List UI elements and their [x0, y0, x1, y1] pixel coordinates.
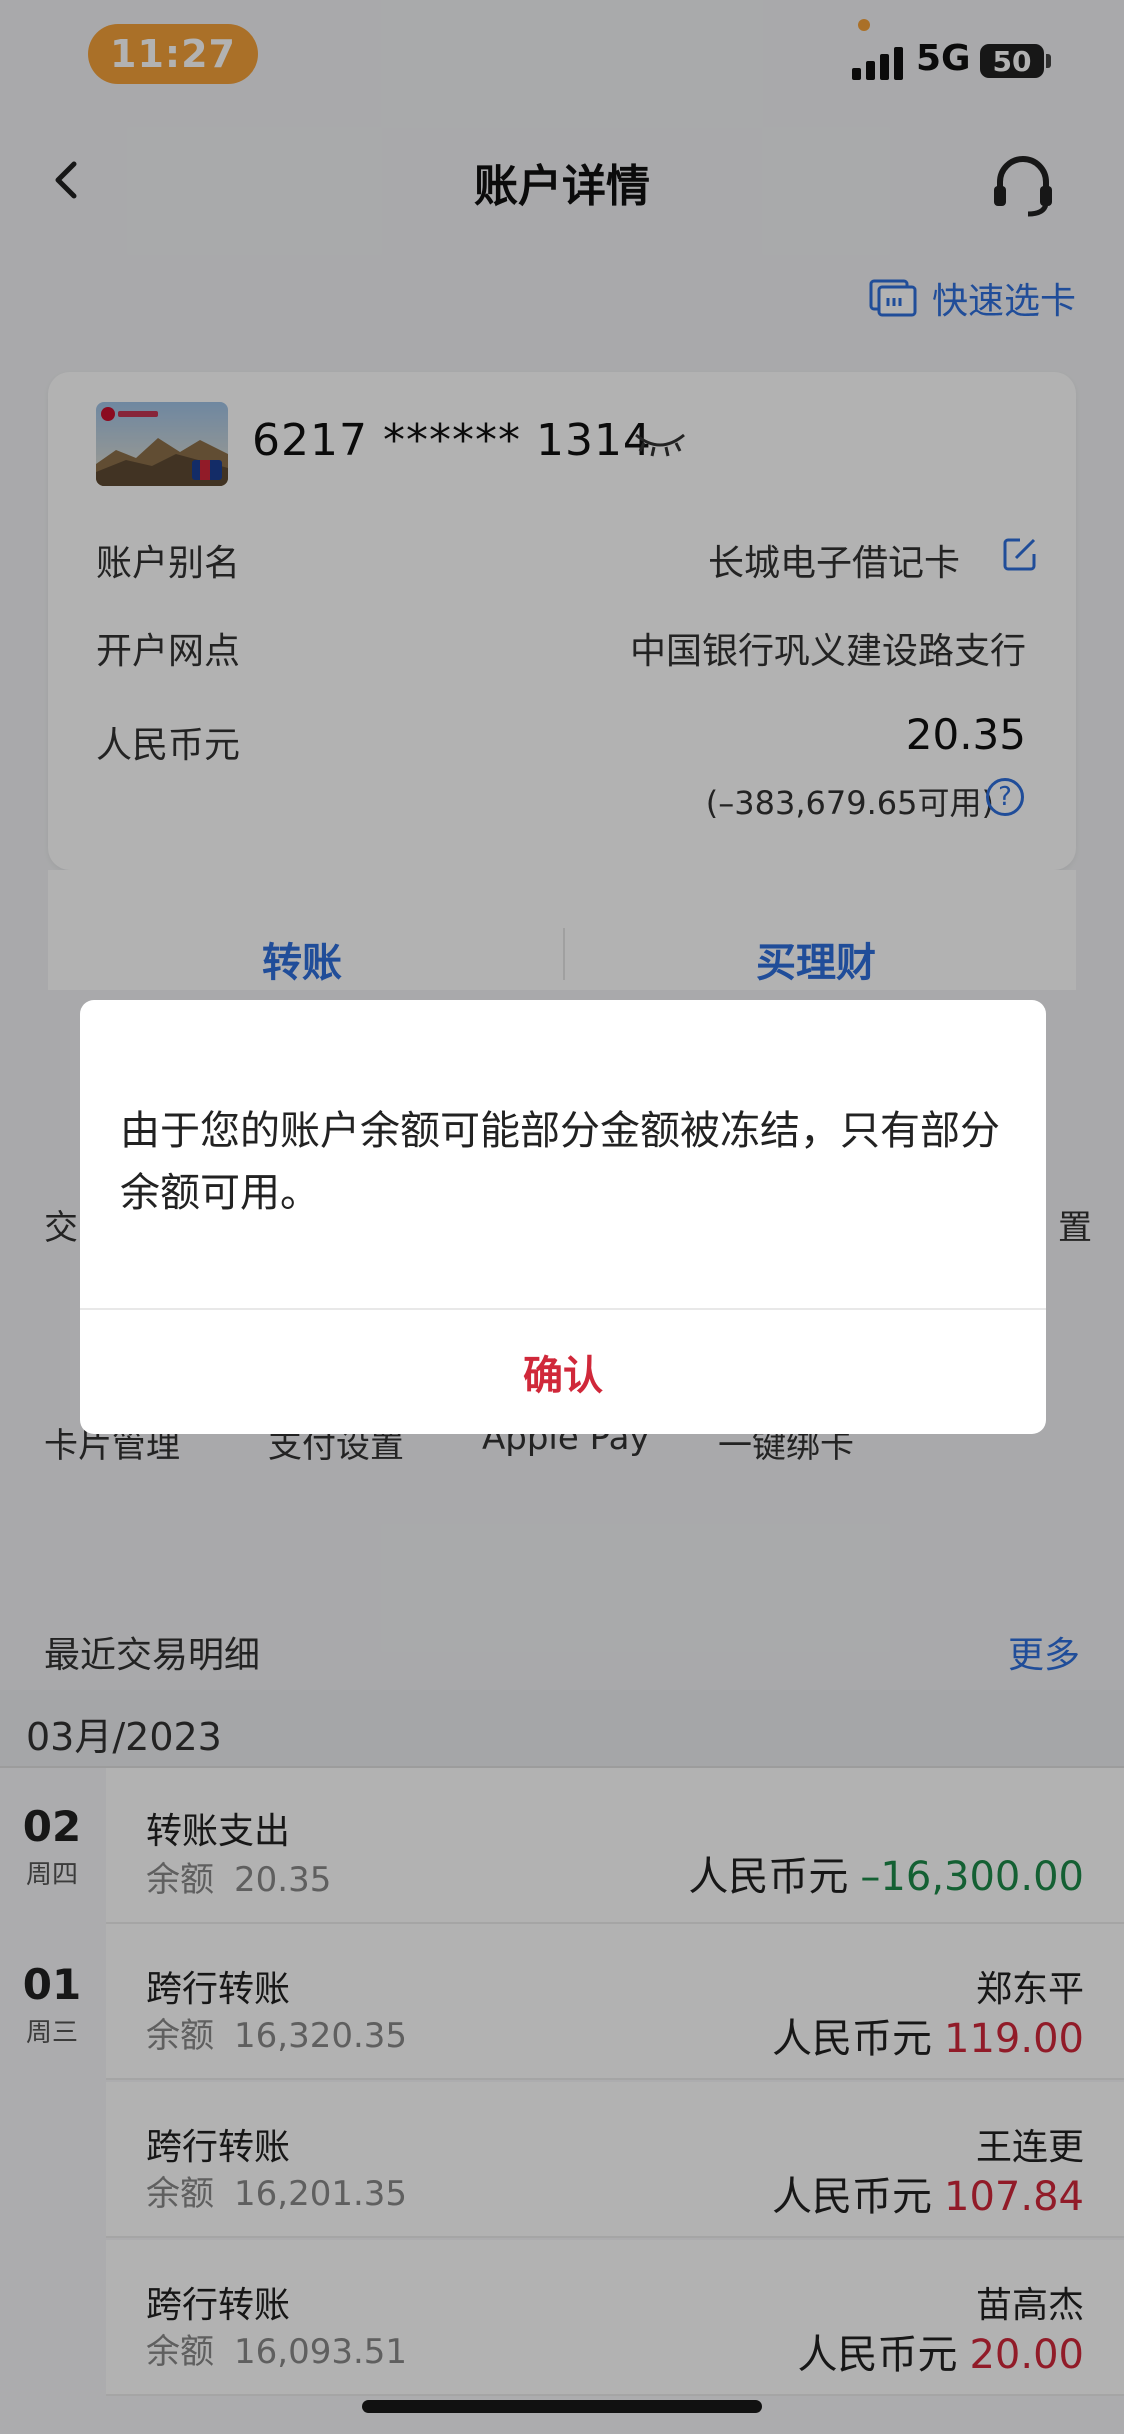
home-indicator[interactable] [362, 2400, 762, 2413]
dialog-message: 由于您的账户余额可能部分金额被冻结，只有部分余额可用。 [120, 1108, 1000, 1216]
confirm-button[interactable]: 确认 [80, 1310, 1046, 1434]
